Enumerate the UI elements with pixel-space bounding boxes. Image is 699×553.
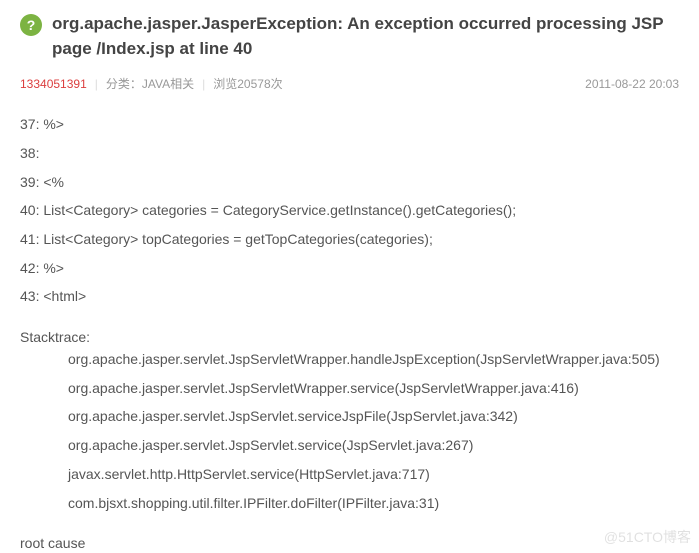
views-count: 浏览20578次: [213, 75, 282, 92]
code-line: 39: <%: [20, 168, 679, 197]
author-link[interactable]: 1334051391: [20, 77, 87, 91]
page-title: org.apache.jasper.JasperException: An ex…: [52, 12, 679, 61]
post-date: 2011-08-22 20:03: [585, 77, 679, 91]
code-line: 38:: [20, 139, 679, 168]
meta-row: 1334051391 | 分类： JAVA相关 | 浏览20578次 2011-…: [20, 75, 679, 92]
code-line: 41: List<Category> topCategories = getTo…: [20, 225, 679, 254]
meta-separator: |: [202, 77, 205, 91]
stacktrace-label: Stacktrace:: [20, 329, 679, 345]
category-label: 分类：: [106, 75, 142, 92]
root-cause-label: root cause: [20, 535, 679, 551]
question-icon: ?: [20, 14, 42, 36]
code-line: 40: List<Category> categories = Category…: [20, 196, 679, 225]
stack-line: org.apache.jasper.servlet.JspServletWrap…: [20, 351, 660, 367]
code-line: 42: %>: [20, 254, 679, 283]
code-block: 37: %> 38: 39: <% 40: List<Category> cat…: [20, 110, 679, 311]
stack-line: org.apache.jasper.servlet.JspServletWrap…: [20, 374, 679, 403]
stack-line: org.apache.jasper.servlet.JspServlet.ser…: [20, 402, 679, 431]
category-value: JAVA相关: [142, 75, 194, 92]
code-line: 37: %>: [20, 110, 679, 139]
stack-line: javax.servlet.http.HttpServlet.service(H…: [20, 460, 679, 489]
meta-separator: |: [95, 77, 98, 91]
stack-line: com.bjsxt.shopping.util.filter.IPFilter.…: [20, 489, 679, 518]
code-line: 43: <html>: [20, 282, 679, 311]
stack-line: org.apache.jasper.servlet.JspServlet.ser…: [20, 431, 679, 460]
header-row: ? org.apache.jasper.JasperException: An …: [20, 12, 679, 61]
stack-line-wrap: org.apache.jasper.servlet.JspServletWrap…: [20, 345, 679, 374]
